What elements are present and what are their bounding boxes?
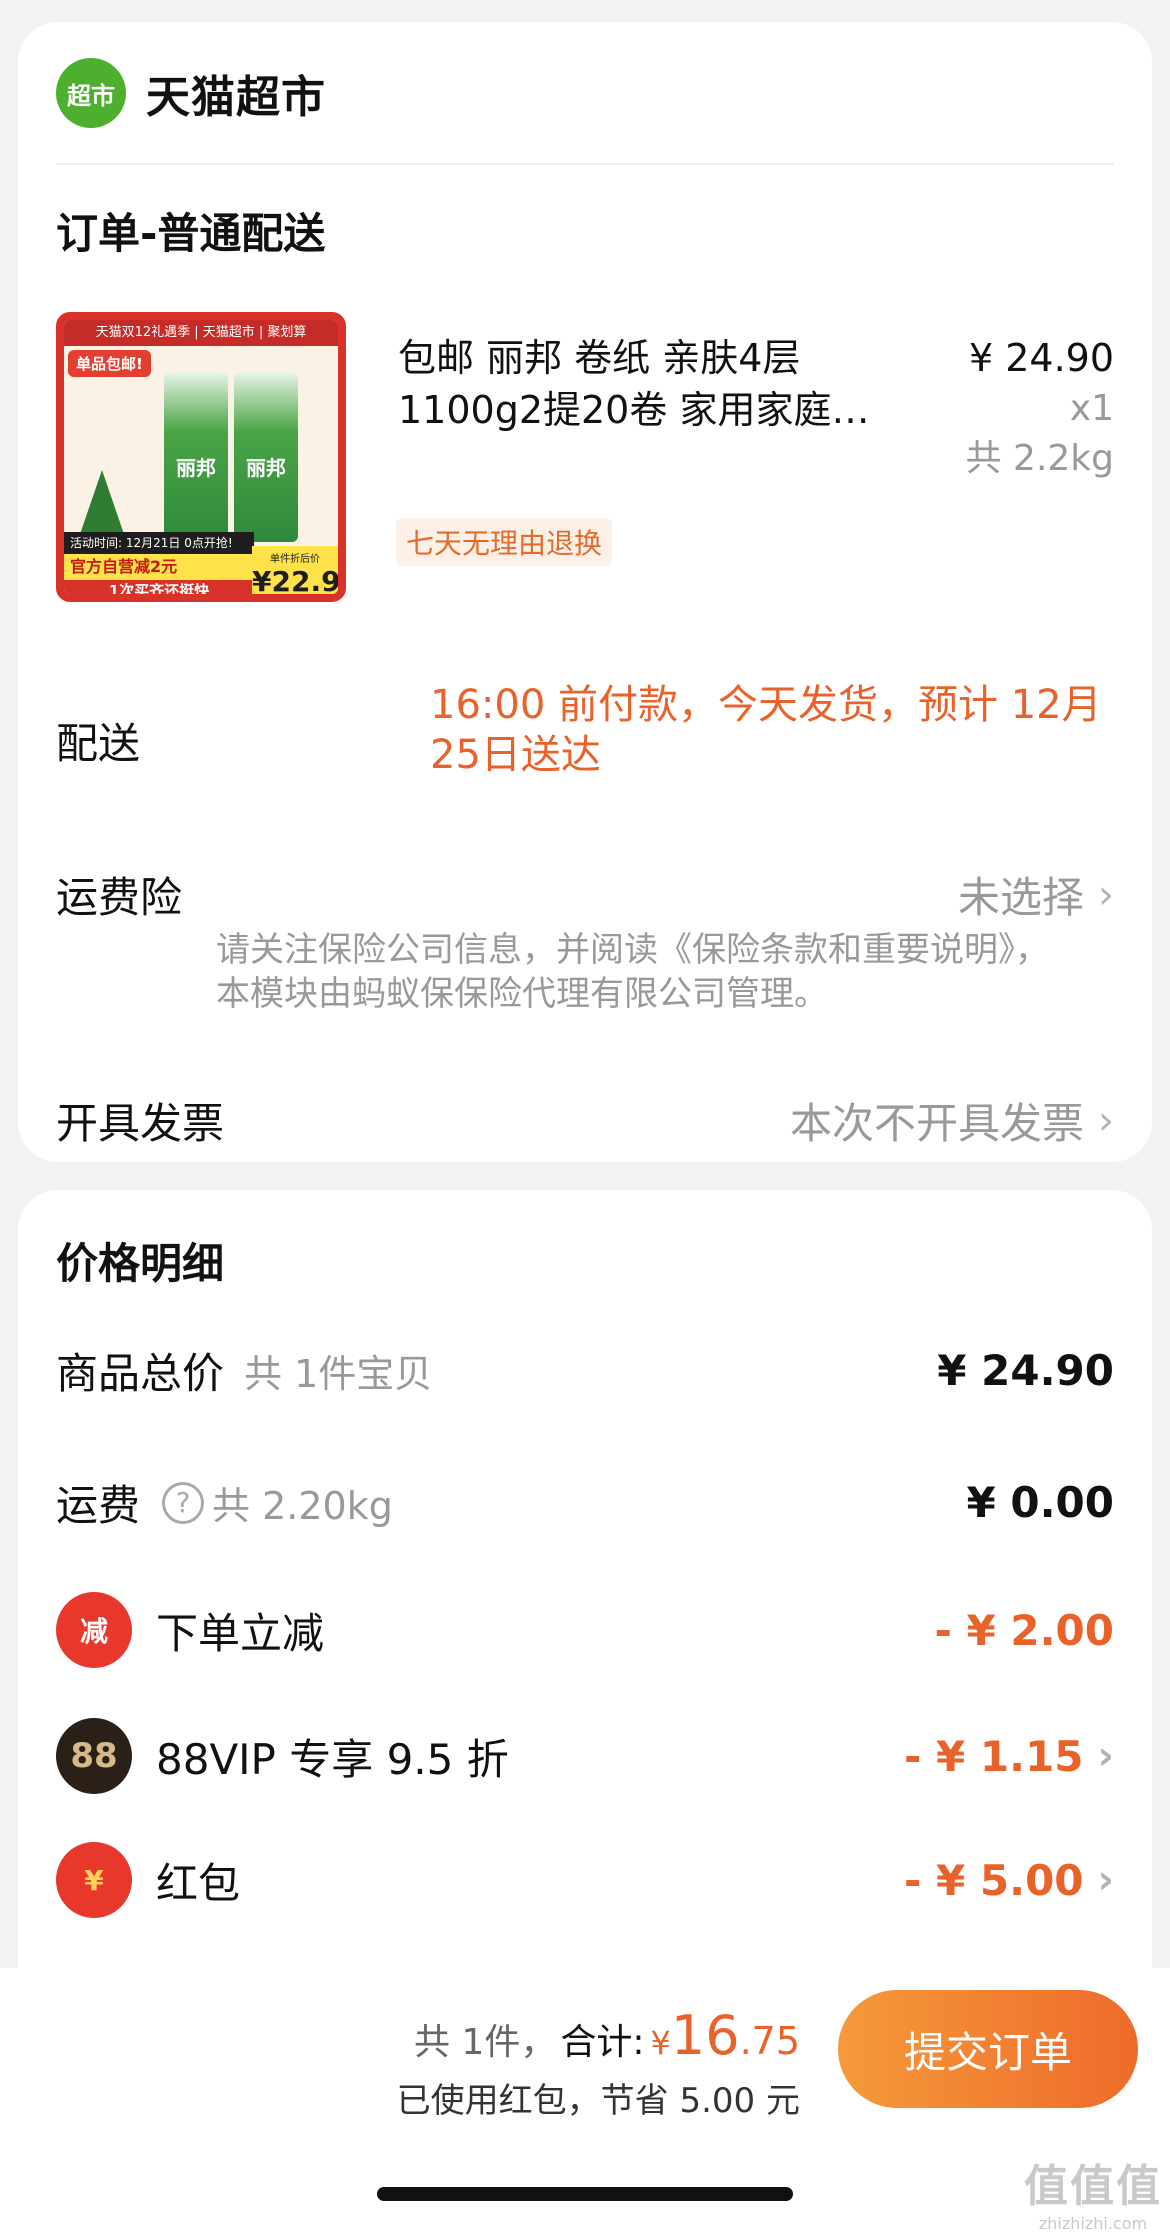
chevron-right-icon: › — [1098, 1097, 1114, 1144]
product-image[interactable]: 天猫双12礼遇季 | 天猫超市 | 聚划算 单品包邮! 丽邦 丽邦 活动时间: … — [56, 312, 346, 602]
order-discount-row: 减 下单立减 - ¥ 2.00 — [56, 1592, 1114, 1668]
order-summary: 共 1件， 合计: ¥ 16 .75 已使用红包，节省 5.00 元 — [397, 2004, 800, 2122]
watermark-sub: zhizhizhi.com — [1038, 2214, 1148, 2233]
invoice-value: 本次不开具发票 — [789, 1099, 1084, 1148]
vip-discount-value-wrap: - ¥ 1.15 › — [904, 1732, 1114, 1781]
vip-discount-label: 88VIP 专享 9.5 折 — [156, 1734, 509, 1784]
product-image-price-tag: 单件折后价 ¥22.9 — [252, 546, 341, 598]
vip-discount-value: - ¥ 1.15 — [903, 1731, 1084, 1781]
question-circle-icon[interactable]: ? — [162, 1481, 205, 1524]
product-image-bottom-strip: 1次买齐还挺快 — [64, 580, 254, 594]
shipping-label: 配送 — [56, 719, 141, 768]
order-discount-label: 下单立减 — [156, 1608, 325, 1658]
order-title: 订单-普通配送 — [56, 209, 326, 258]
freight-row: 运费 ? 共 2.20kg ¥ 0.00 — [56, 1472, 1114, 1533]
invoice-label: 开具发票 — [56, 1099, 225, 1148]
product-weight: 共 2.2kg — [965, 438, 1114, 479]
product-pack: 丽邦 — [164, 372, 228, 542]
red-packet-label: 红包 — [156, 1858, 241, 1908]
insurance-note[interactable]: 请关注保险公司信息，并阅读《保险条款和重要说明》，本模块由蚂蚁保保险代理有限公司… — [216, 928, 1076, 1016]
red-packet-icon: ¥ — [56, 1842, 132, 1918]
freight-label: 运费 — [56, 1481, 141, 1530]
discount-icon: 减 — [56, 1592, 132, 1668]
goods-total-count: 共 1件宝贝 — [244, 1352, 433, 1396]
product-image-event-strip: 活动时间: 12月21日 0点开抢! — [64, 532, 254, 554]
savings-note: 已使用红包，节省 5.00 元 — [396, 2081, 800, 2121]
chevron-right-icon: › — [1097, 1733, 1114, 1779]
christmas-tree-icon — [78, 470, 126, 540]
vip-discount-row[interactable]: 88 88VIP 专享 9.5 折 - ¥ 1.15 › — [56, 1718, 1114, 1794]
submit-order-button[interactable]: 提交订单 — [838, 1990, 1138, 2108]
product-image-badge: 单品包邮! — [68, 350, 151, 377]
store-name: 天猫超市 — [146, 72, 326, 123]
freight-weight: 共 2.20kg — [212, 1484, 393, 1528]
divider — [56, 163, 1114, 165]
order-card: 超市 天猫超市 订单-普通配送 天猫双12礼遇季 | 天猫超市 | 聚划算 单品… — [18, 22, 1152, 1162]
vip-88-icon: 88 — [56, 1718, 132, 1794]
total-currency: ¥ — [650, 2024, 671, 2062]
product-image-price-value: ¥22.9 — [252, 565, 341, 598]
product-price: ¥ 24.90 — [968, 336, 1114, 380]
product-image-promo-strip: 官方自营减2元 — [64, 554, 254, 580]
watermark-main: 值值值 — [1024, 2161, 1162, 2212]
product-image-banner: 天猫双12礼遇季 | 天猫超市 | 聚划算 — [64, 320, 338, 346]
goods-total-row: 商品总价 共 1件宝贝 ¥ 24.90 — [56, 1340, 1114, 1401]
watermark: 值值值 zhizhizhi.com — [1024, 2150, 1162, 2233]
red-packet-row[interactable]: ¥ 红包 - ¥ 5.00 › — [56, 1842, 1114, 1918]
store-header[interactable]: 超市 天猫超市 — [56, 58, 326, 128]
order-discount-value: - ¥ 2.00 — [934, 1605, 1114, 1655]
product-image-price-label: 单件折后价 — [270, 554, 320, 565]
price-detail-title: 价格明细 — [56, 1239, 225, 1288]
goods-total-value: ¥ 24.90 — [937, 1346, 1114, 1395]
product-pack: 丽邦 — [234, 372, 298, 542]
total-label: 合计: — [560, 2022, 645, 2063]
product-quantity: x1 — [1069, 388, 1114, 429]
product-meta: ¥ 24.90 x1 共 2.2kg — [966, 332, 1114, 484]
insurance-selector[interactable]: 未选择 › — [958, 864, 1114, 925]
red-packet-value: - ¥ 5.00 — [903, 1855, 1084, 1905]
total-integer: 16 — [670, 2004, 740, 2067]
chevron-right-icon: › — [1097, 1857, 1114, 1903]
insurance-value: 未选择 — [957, 873, 1084, 922]
store-logo: 超市 — [56, 58, 126, 128]
total-decimal: .75 — [739, 2019, 800, 2063]
home-indicator[interactable] — [377, 2187, 793, 2201]
price-detail-card: 价格明细 商品总价 共 1件宝贝 ¥ 24.90 运费 ? 共 2.20kg ¥… — [18, 1190, 1152, 1990]
invoice-selector[interactable]: 本次不开具发票 › — [790, 1090, 1114, 1151]
red-packet-value-wrap: - ¥ 5.00 › — [904, 1856, 1114, 1905]
total-line: 共 1件， 合计: ¥ 16 .75 — [397, 2004, 800, 2067]
product-title[interactable]: 包邮 丽邦 卷纸 亲肤4层 1100g2提20卷 家用家庭… — [398, 332, 928, 436]
shipping-info: 16:00 前付款，今天发货，预计 12月25日送达 — [430, 682, 1102, 778]
chevron-right-icon: › — [1098, 871, 1114, 918]
return-policy-tag: 七天无理由退换 — [396, 518, 613, 566]
insurance-label: 运费险 — [56, 873, 183, 922]
item-count: 共 1件， — [413, 2022, 557, 2063]
freight-value: ¥ 0.00 — [966, 1478, 1114, 1527]
goods-total-label: 商品总价 — [56, 1349, 225, 1398]
